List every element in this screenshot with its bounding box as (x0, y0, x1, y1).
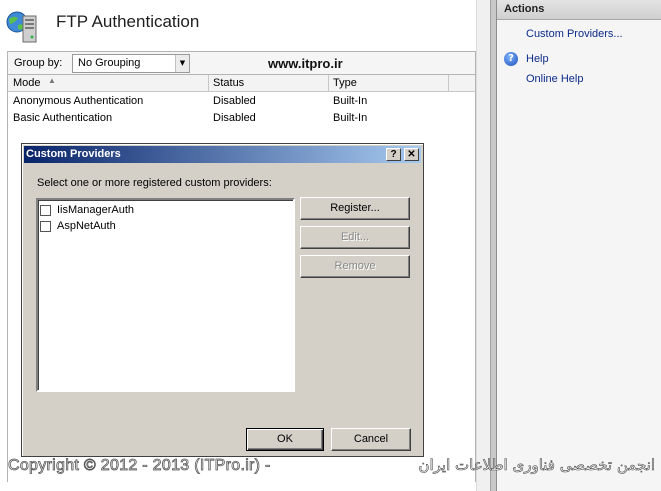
persian-watermark: انجمن تخصصی فناوری اطلاعات ایران (418, 456, 655, 475)
help-link[interactable]: Help (526, 53, 549, 65)
cancel-button[interactable]: Cancel (331, 428, 411, 451)
watermark-url: www.itpro.ir (268, 56, 343, 71)
dialog-title-bar[interactable]: Custom Providers ? ✕ (24, 146, 421, 163)
column-header-mode[interactable]: Mode (13, 77, 41, 89)
group-by-select[interactable]: No Grouping ▼ (72, 54, 190, 73)
cell-type: Built-In (333, 112, 368, 124)
copyright-text: Copyright © 2012 - 2013 (ITPro.ir) - (8, 457, 271, 475)
online-help-link[interactable]: Online Help (526, 73, 583, 85)
custom-providers-dialog: Custom Providers ? ✕ Select one or more … (21, 143, 424, 457)
column-header-type[interactable]: Type (333, 77, 357, 89)
ftp-server-icon (6, 9, 42, 43)
providers-listbox[interactable]: IisManagerAuth AspNetAuth (36, 198, 295, 392)
actions-pane: Actions Custom Providers... ? Help Onlin… (496, 0, 661, 491)
sort-ascending-icon: ▲ (48, 76, 56, 85)
cell-mode: Anonymous Authentication (13, 95, 144, 107)
custom-providers-link[interactable]: Custom Providers... (526, 28, 623, 40)
column-header-status[interactable]: Status (213, 77, 244, 89)
grid-header: Mode ▲ Status Type (7, 75, 476, 92)
group-by-bar: Group by: No Grouping ▼ (7, 51, 476, 75)
register-button[interactable]: Register... (300, 197, 410, 220)
remove-button[interactable]: Remove (300, 255, 410, 278)
edit-button[interactable]: Edit... (300, 226, 410, 249)
provider-checkbox[interactable] (40, 204, 51, 216)
table-row[interactable]: Anonymous Authentication Disabled Built-… (8, 93, 475, 110)
group-by-value: No Grouping (78, 57, 141, 69)
help-button[interactable]: ? (386, 148, 401, 161)
vertical-scrollbar[interactable] (476, 0, 490, 491)
dialog-prompt: Select one or more registered custom pro… (37, 177, 272, 189)
group-by-label: Group by: (14, 57, 63, 69)
help-icon: ? (504, 52, 518, 66)
actions-header: Actions (497, 0, 661, 20)
provider-label: IisManagerAuth (57, 204, 135, 216)
footer-watermark: Copyright © 2012 - 2013 (ITPro.ir) - انج… (0, 456, 661, 478)
cell-status: Disabled (213, 95, 256, 107)
ok-button[interactable]: OK (246, 428, 324, 451)
chevron-down-icon[interactable]: ▼ (175, 55, 189, 72)
dialog-title: Custom Providers (26, 148, 121, 160)
cell-type: Built-In (333, 95, 368, 107)
table-row[interactable]: Basic Authentication Disabled Built-In (8, 110, 475, 127)
provider-checkbox[interactable] (40, 220, 51, 232)
column-divider[interactable] (448, 75, 449, 92)
list-item[interactable]: IisManagerAuth (40, 202, 134, 218)
page-title: FTP Authentication (56, 12, 200, 31)
cell-status: Disabled (213, 112, 256, 124)
column-divider[interactable] (328, 75, 329, 92)
list-item[interactable]: AspNetAuth (40, 218, 116, 234)
close-button[interactable]: ✕ (404, 148, 419, 161)
cell-mode: Basic Authentication (13, 112, 113, 124)
column-divider[interactable] (208, 75, 209, 92)
provider-label: AspNetAuth (57, 220, 116, 232)
